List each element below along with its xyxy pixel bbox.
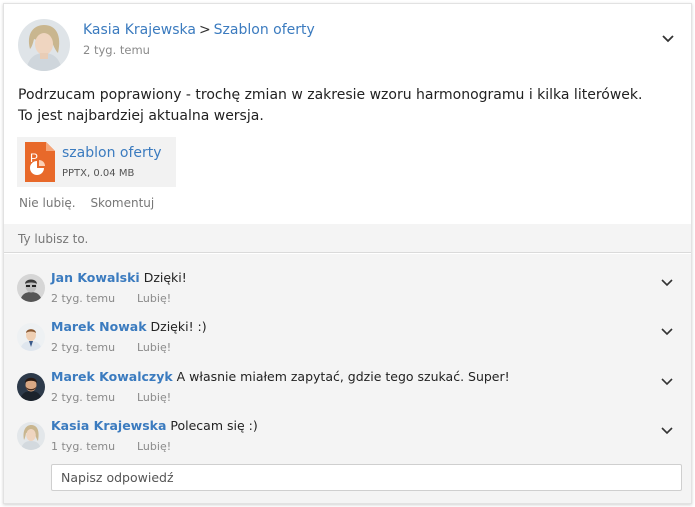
chevron-down-icon[interactable] — [660, 273, 674, 287]
chevron-down-icon[interactable] — [660, 322, 674, 336]
attachment-card[interactable]: P szablon oferty PPTX, 0.04 MB — [17, 137, 176, 187]
comment-time: 2 tyg. temu — [51, 391, 116, 404]
comment-item: Jan Kowalski Dzięki! 2 tyg. temu Lubię! — [4, 270, 691, 318]
post-card: Kasia Krajewska > Szablon oferty 2 tyg. te… — [3, 3, 692, 504]
chevron-down-icon[interactable] — [661, 29, 675, 43]
likes-summary: Ty lubisz to. — [4, 224, 691, 253]
comment-button[interactable]: Skomentuj — [90, 196, 154, 210]
likes-text: Ty lubisz to. — [18, 232, 89, 246]
comment-line: Kasia Krajewska Polecam się :) — [51, 418, 258, 433]
reply-input[interactable] — [51, 464, 682, 491]
post-body: Podrzucam poprawiony - trochę zmian w za… — [18, 87, 643, 124]
breadcrumb-separator: > — [198, 22, 211, 38]
comment-item: Marek Nowak Dzięki! :) 2 tyg. temu Lubię… — [4, 319, 691, 367]
comment-author[interactable]: Kasia Krajewska — [51, 418, 166, 433]
comment-text: Dzięki! :) — [150, 319, 207, 334]
comment-author[interactable]: Marek Kowalczyk — [51, 369, 173, 384]
comment-time: 2 tyg. temu — [51, 341, 116, 354]
comment-text: Polecam się :) — [170, 418, 258, 433]
author-avatar[interactable] — [18, 19, 70, 71]
chevron-down-icon[interactable] — [660, 421, 674, 435]
comment-text: Dzięki! — [143, 270, 187, 285]
chevron-down-icon[interactable] — [660, 372, 674, 386]
comment-time: 1 tyg. temu — [51, 440, 116, 453]
attachment-name[interactable]: szablon oferty — [62, 145, 162, 161]
comment-item: Kasia Krajewska Polecam się :) 1 tyg. te… — [4, 418, 691, 466]
unlike-button[interactable]: Nie lubię. — [19, 196, 76, 210]
post-timestamp: 2 tyg. temu — [83, 43, 150, 57]
comment-line: Jan Kowalski Dzięki! — [51, 270, 187, 285]
comment-item: Marek Kowalczyk A własnie miałem zapytać… — [4, 369, 691, 417]
breadcrumb: Kasia Krajewska > Szablon oferty — [83, 22, 315, 38]
comment-avatar[interactable] — [17, 323, 45, 351]
post-header: Kasia Krajewska > Szablon oferty 2 tyg. te… — [16, 17, 679, 77]
attachment-meta: PPTX, 0.04 MB — [62, 168, 135, 179]
pptx-file-icon: P — [25, 142, 55, 182]
like-button[interactable]: Lubię! — [137, 341, 171, 354]
like-button[interactable]: Lubię! — [137, 440, 171, 453]
comment-avatar[interactable] — [17, 422, 45, 450]
comment-author[interactable]: Jan Kowalski — [51, 270, 140, 285]
comment-avatar[interactable] — [17, 373, 45, 401]
post-actions: Nie lubię. Skomentuj — [19, 196, 165, 210]
target-link[interactable]: Szablon oferty — [214, 22, 315, 38]
comment-text: A własnie miałem zapytać, gdzie tego szu… — [176, 369, 510, 384]
comment-author[interactable]: Marek Nowak — [51, 319, 147, 334]
like-button[interactable]: Lubię! — [137, 391, 171, 404]
comment-line: Marek Kowalczyk A własnie miałem zapytać… — [51, 369, 510, 384]
author-link[interactable]: Kasia Krajewska — [83, 22, 196, 38]
like-button[interactable]: Lubię! — [137, 292, 171, 305]
comment-avatar[interactable] — [17, 274, 45, 302]
comment-line: Marek Nowak Dzięki! :) — [51, 319, 207, 334]
comment-time: 2 tyg. temu — [51, 292, 116, 305]
